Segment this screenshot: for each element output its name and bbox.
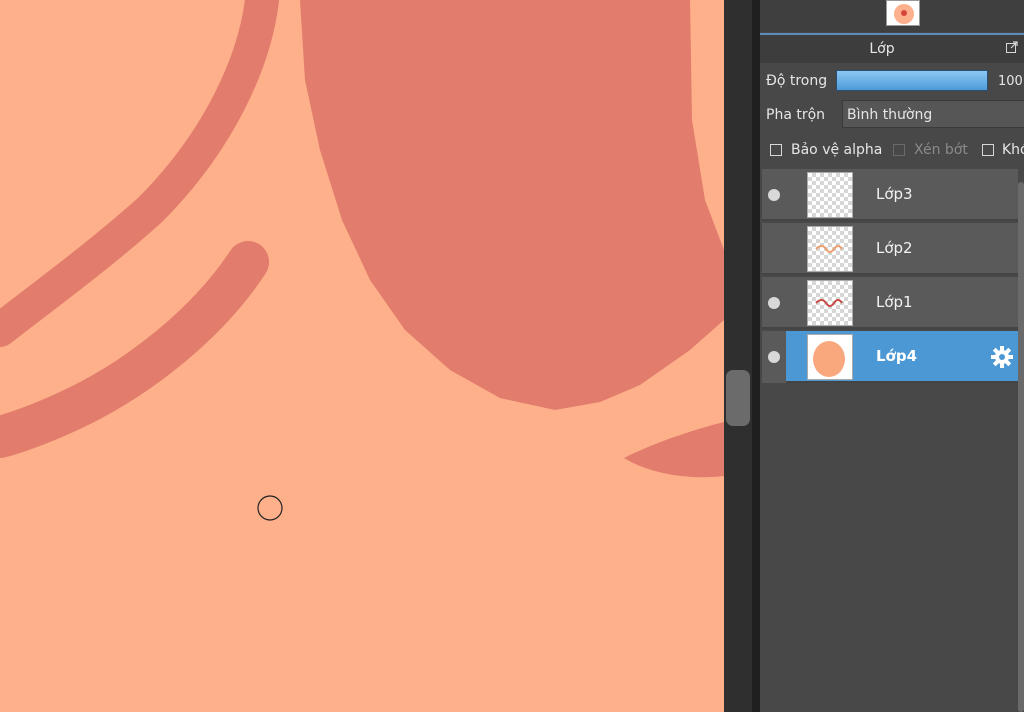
thumbnail-artwork	[815, 245, 843, 253]
panel-splitter[interactable]	[752, 0, 760, 712]
layer-row-lop3[interactable]: Lớp3	[762, 169, 1018, 221]
layer-thumbnail	[807, 280, 853, 326]
navigator-preview	[894, 4, 914, 24]
blend-mode-value: Bình thường	[847, 107, 933, 123]
layer-row-lop2[interactable]: Lớp2	[762, 223, 1018, 275]
eye-icon[interactable]	[768, 297, 780, 309]
blend-mode-label: Pha trộn	[766, 107, 826, 123]
eye-icon[interactable]	[768, 351, 780, 363]
lock-checkbox[interactable]	[982, 144, 994, 156]
layer-name: Lớp1	[876, 293, 913, 311]
clipping-label: Xén bớt	[914, 142, 968, 158]
panel-title: Lớp	[869, 41, 895, 57]
layer-thumbnail	[807, 172, 853, 218]
layer-name: Lớp2	[876, 239, 913, 257]
brush-cursor-icon	[257, 495, 283, 521]
protect-alpha-checkbox[interactable]	[770, 144, 782, 156]
canvas-artwork	[0, 0, 724, 521]
popout-icon[interactable]	[1006, 41, 1018, 53]
thumbnail-artwork	[813, 341, 845, 377]
layer-panel: Lớp Độ trong 100 Pha trộn Bình thường Bả…	[760, 0, 1024, 712]
layer-name: Lớp3	[876, 185, 913, 203]
artwork-wedge	[624, 422, 724, 478]
drawing-canvas[interactable]	[0, 0, 724, 712]
layers-scrollbar[interactable]	[1018, 182, 1024, 712]
layer-row-lop1[interactable]: Lớp1	[762, 277, 1018, 329]
scrollbar-thumb[interactable]	[726, 370, 750, 426]
lock-label: Khó	[1002, 142, 1024, 158]
thumbnail-artwork	[815, 299, 843, 307]
opacity-slider[interactable]	[836, 70, 988, 91]
artwork-blob	[300, 0, 724, 410]
layer-thumbnail	[807, 334, 853, 380]
opacity-value: 100	[998, 74, 1023, 89]
clipping-checkbox[interactable]	[893, 144, 905, 156]
navigator-thumbnail[interactable]	[886, 0, 920, 26]
canvas-vertical-scrollbar[interactable]	[724, 0, 752, 712]
layer-name: Lớp4	[876, 347, 918, 365]
blend-mode-select[interactable]: Bình thường	[842, 100, 1024, 128]
navigator-strip	[760, 0, 1024, 32]
panel-header: Lớp	[760, 33, 1024, 63]
protect-alpha-label: Bảo vệ alpha	[791, 142, 883, 158]
eye-icon[interactable]	[768, 189, 780, 201]
layer-thumbnail	[807, 226, 853, 272]
gear-icon[interactable]	[990, 345, 1014, 369]
layer-row-lop4[interactable]: Lớp4	[762, 331, 1018, 383]
opacity-label: Độ trong	[766, 73, 828, 89]
